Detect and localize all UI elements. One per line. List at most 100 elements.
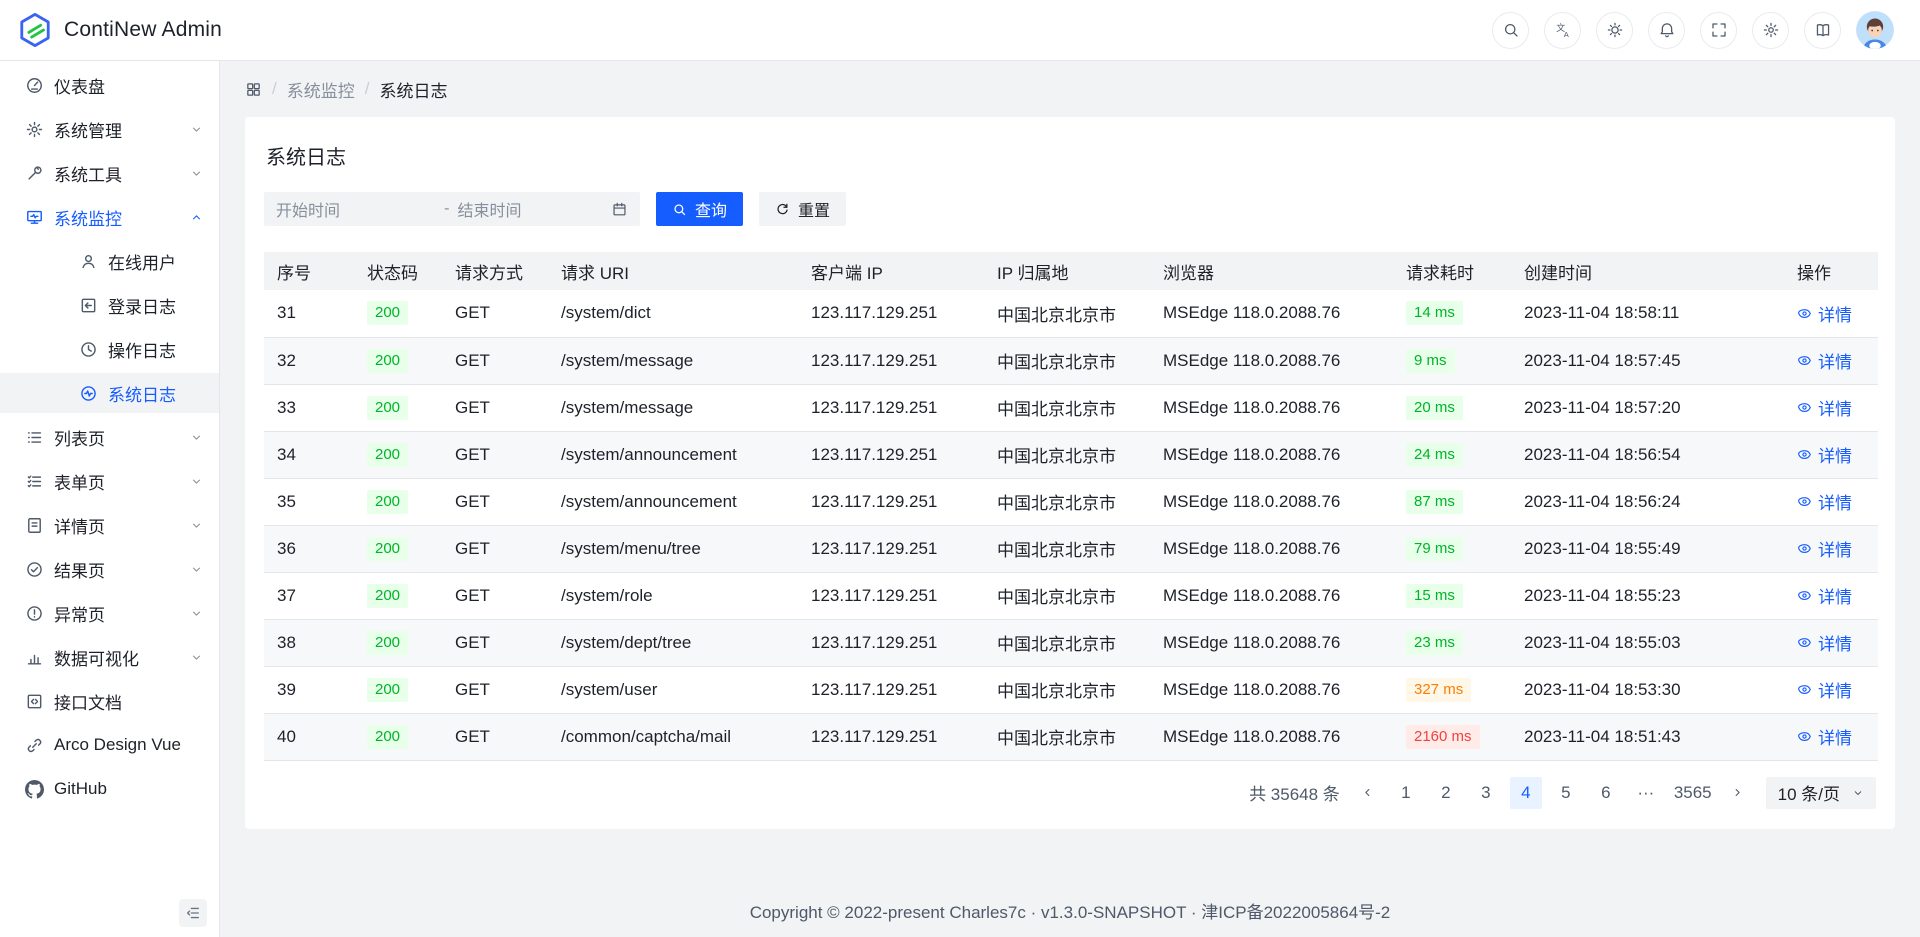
form-icon	[24, 472, 44, 491]
cell-created: 2023-11-04 18:51:43	[1511, 713, 1784, 760]
cell-method: GET	[442, 337, 548, 384]
pagination-page[interactable]: ···	[1630, 777, 1662, 809]
pagination-page[interactable]: 2	[1430, 777, 1462, 809]
elapsed-badge: 327 ms	[1406, 678, 1471, 702]
dashboard-icon	[24, 76, 44, 95]
cell-no: 40	[264, 713, 354, 760]
sidebar-item-operation-log[interactable]: 操作日志	[0, 329, 219, 369]
eye-icon	[1797, 541, 1812, 556]
detail-link[interactable]: 详情	[1797, 348, 1852, 373]
status-badge: 200	[367, 443, 408, 467]
detail-link[interactable]: 详情	[1797, 536, 1852, 561]
page-size-select[interactable]: 10 条/页	[1766, 777, 1876, 809]
sidebar-item-label: 数据可视化	[54, 645, 180, 670]
cell-no: 34	[264, 431, 354, 478]
status-badge: 200	[367, 301, 408, 325]
sidebar-item-form-page[interactable]: 表单页	[0, 461, 219, 501]
detail-link[interactable]: 详情	[1797, 395, 1852, 420]
pagination-page[interactable]: 6	[1590, 777, 1622, 809]
chevron-down-icon	[1852, 787, 1864, 799]
language-button[interactable]: 文A	[1544, 12, 1581, 49]
sidebar-item-detail-page[interactable]: 详情页	[0, 505, 219, 545]
fullscreen-button[interactable]	[1700, 12, 1737, 49]
cell-created: 2023-11-04 18:53:30	[1511, 666, 1784, 713]
sidebar-item-github[interactable]: GitHub	[0, 769, 219, 809]
collapse-sidebar-button[interactable]	[179, 899, 207, 927]
sidebar-item-system-tools[interactable]: 系统工具	[0, 153, 219, 193]
pagination-page-current[interactable]: 4	[1510, 777, 1542, 809]
cell-no: 33	[264, 384, 354, 431]
cell-client-ip: 123.117.129.251	[798, 666, 984, 713]
sidebar-item-arco-design-vue[interactable]: Arco Design Vue	[0, 725, 219, 765]
cell-region: 中国北京北京市	[984, 572, 1150, 619]
detail-link[interactable]: 详情	[1797, 677, 1852, 702]
sidebar-item-api-doc[interactable]: 接口文档	[0, 681, 219, 721]
sidebar-item-exception-page[interactable]: 异常页	[0, 593, 219, 633]
search-button[interactable]	[1492, 12, 1529, 49]
table-row: 40 200 GET /common/captcha/mail 123.117.…	[264, 713, 1878, 760]
breadcrumb-item[interactable]: 系统监控	[287, 77, 355, 102]
detail-link[interactable]: 详情	[1797, 489, 1852, 514]
book-icon	[1814, 21, 1832, 39]
apps-icon[interactable]	[245, 81, 262, 98]
user-avatar[interactable]	[1856, 11, 1894, 49]
sidebar-item-label: 系统日志	[108, 381, 203, 406]
theme-button[interactable]	[1596, 12, 1633, 49]
column-header: 请求耗时	[1393, 252, 1511, 290]
cell-action: 详情	[1784, 290, 1878, 337]
monitor-icon	[24, 208, 44, 227]
pagination-page[interactable]: 3	[1470, 777, 1502, 809]
pagination: 共 35648 条123456···3565 10 条/页	[264, 777, 1876, 809]
table-header-row: 序号状态码请求方式请求 URI客户端 IPIP 归属地浏览器请求耗时创建时间操作	[264, 252, 1878, 290]
detail-link[interactable]: 详情	[1797, 583, 1852, 608]
cell-uri: /system/announcement	[548, 478, 798, 525]
cell-elapsed: 9 ms	[1393, 337, 1511, 384]
sidebar-item-list-page[interactable]: 列表页	[0, 417, 219, 457]
sidebar-item-login-log[interactable]: 登录日志	[0, 285, 219, 325]
sidebar-item-result-page[interactable]: 结果页	[0, 549, 219, 589]
start-time-placeholder: 开始时间	[276, 197, 436, 221]
detail-link[interactable]: 详情	[1797, 442, 1852, 467]
table-row: 34 200 GET /system/announcement 123.117.…	[264, 431, 1878, 478]
sidebar-item-data-viz[interactable]: 数据可视化	[0, 637, 219, 677]
docs-button[interactable]	[1804, 12, 1841, 49]
search-icon	[672, 202, 687, 217]
sidebar-item-system-monitor[interactable]: 系统监控	[0, 197, 219, 237]
sidebar-item-system-management[interactable]: 系统管理	[0, 109, 219, 149]
cell-browser: MSEdge 118.0.2088.76	[1150, 713, 1393, 760]
menu-fold-icon	[185, 905, 201, 921]
sidebar-menu: 仪表盘 系统管理 系统工具 系统监控 在线用户 登录日志 操作日志 系统日志 列…	[0, 65, 219, 809]
pagination-page[interactable]: 5	[1550, 777, 1582, 809]
search-button[interactable]: 查询	[656, 192, 743, 226]
date-range-input[interactable]: 开始时间 - 结束时间	[264, 192, 640, 226]
sidebar-item-system-log[interactable]: 系统日志	[0, 373, 219, 413]
pagination-page[interactable]: 3565	[1670, 777, 1716, 809]
settings-button[interactable]	[1752, 12, 1789, 49]
cell-status: 200	[354, 290, 442, 337]
cell-action: 详情	[1784, 384, 1878, 431]
detail-link[interactable]: 详情	[1797, 301, 1852, 326]
previous-page-button[interactable]	[1354, 777, 1382, 809]
cell-status: 200	[354, 337, 442, 384]
sidebar-item-dashboard[interactable]: 仪表盘	[0, 65, 219, 105]
app-logo[interactable]: ContiNew Admin	[18, 12, 222, 48]
status-badge: 200	[367, 349, 408, 373]
reset-button[interactable]: 重置	[759, 192, 846, 226]
cell-created: 2023-11-04 18:55:23	[1511, 572, 1784, 619]
table-row: 39 200 GET /system/user 123.117.129.251 …	[264, 666, 1878, 713]
detail-link[interactable]: 详情	[1797, 630, 1852, 655]
cell-created: 2023-11-04 18:55:49	[1511, 525, 1784, 572]
pagination-page[interactable]: 1	[1390, 777, 1422, 809]
sidebar-item-online-users[interactable]: 在线用户	[0, 241, 219, 281]
link-icon	[24, 736, 44, 755]
status-badge: 200	[367, 631, 408, 655]
search-icon	[1502, 21, 1520, 39]
breadcrumb-separator: /	[365, 79, 370, 99]
detail-link[interactable]: 详情	[1797, 724, 1852, 749]
refresh-icon	[775, 202, 790, 217]
notifications-button[interactable]	[1648, 12, 1685, 49]
cell-method: GET	[442, 384, 548, 431]
chevron-down-icon	[190, 123, 203, 136]
next-page-button[interactable]	[1724, 777, 1752, 809]
status-badge: 200	[367, 584, 408, 608]
